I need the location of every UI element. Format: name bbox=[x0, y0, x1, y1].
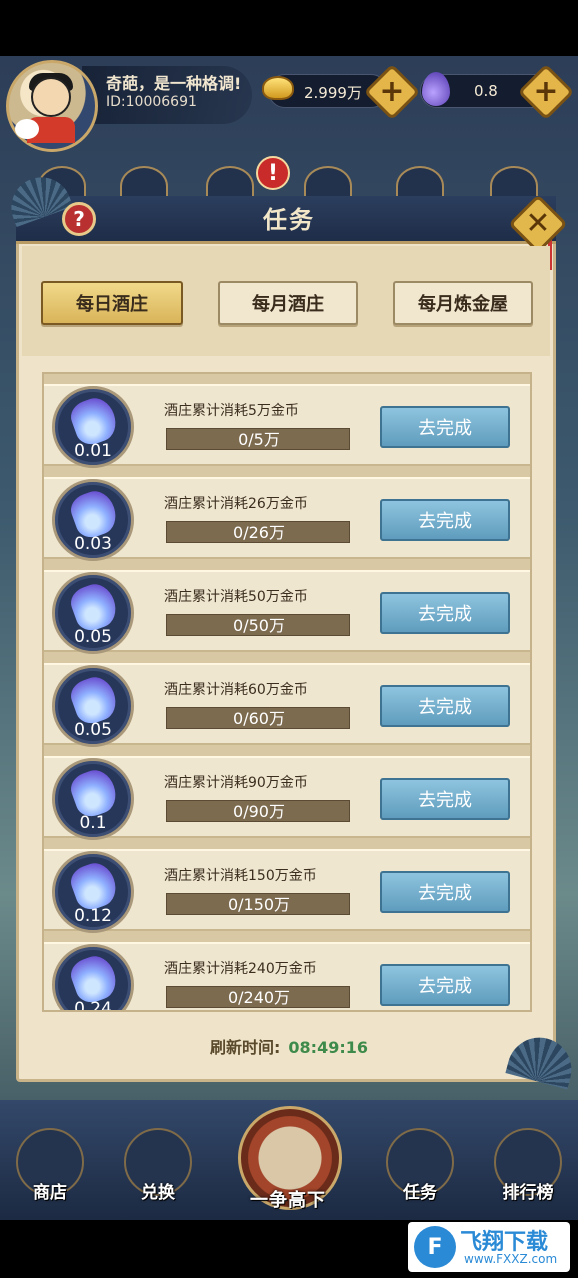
gold-amount: 2.999万 bbox=[304, 84, 362, 102]
progress-bar: 0/50万 bbox=[166, 614, 350, 636]
tab-daily-winery[interactable]: 每日酒庄 bbox=[41, 281, 183, 325]
task-row: 0.05 酒庄累计消耗50万金币 0/50万 去完成 bbox=[44, 570, 530, 654]
nav-label: 排行榜 bbox=[502, 1183, 554, 1203]
reward-value: 0.01 bbox=[74, 441, 112, 461]
progress-bar: 0/5万 bbox=[166, 428, 350, 450]
progress-text: 0/26万 bbox=[233, 523, 285, 542]
reward-value: 0.05 bbox=[74, 627, 112, 647]
plus-icon: + bbox=[533, 74, 559, 109]
reward-badge: 0.24 bbox=[52, 944, 134, 1012]
go-complete-button[interactable]: 去完成 bbox=[380, 685, 510, 727]
help-icon[interactable]: ? bbox=[62, 202, 96, 236]
refresh-label: 刷新时间: bbox=[210, 1038, 281, 1057]
task-description: 酒庄累计消耗5万金币 bbox=[164, 403, 299, 419]
gold-ingot-icon bbox=[262, 76, 294, 100]
progress-bar: 0/90万 bbox=[166, 800, 350, 822]
watermark: F 飞翔下载 www.FXXZ.com bbox=[408, 1222, 570, 1272]
reward-value: 0.1 bbox=[79, 813, 107, 833]
watermark-logo-icon: F bbox=[414, 1226, 456, 1268]
progress-text: 0/60万 bbox=[233, 709, 285, 728]
task-description: 酒庄累计消耗150万金币 bbox=[164, 868, 317, 884]
nav-compete-label: 一争高下 bbox=[250, 1190, 326, 1211]
add-gold-button[interactable]: + bbox=[363, 63, 421, 121]
progress-text: 0/50万 bbox=[233, 616, 285, 635]
player-header: 奇葩，是一种格调! ID:10006691 2.999万 + 0.8 + bbox=[0, 56, 578, 156]
progress-bar: 0/26万 bbox=[166, 521, 350, 543]
nav-tasks[interactable]: 任务 bbox=[380, 1128, 460, 1204]
nav-label: 商店 bbox=[33, 1183, 67, 1203]
task-row: 0.05 酒庄累计消耗60万金币 0/60万 去完成 bbox=[44, 663, 530, 747]
progress-text: 0/240万 bbox=[227, 988, 291, 1007]
player-avatar[interactable] bbox=[6, 60, 98, 152]
reward-badge: 0.05 bbox=[52, 665, 134, 747]
go-complete-button[interactable]: 去完成 bbox=[380, 406, 510, 448]
task-row: 0.12 酒庄累计消耗150万金币 0/150万 去完成 bbox=[44, 849, 530, 933]
player-name: 奇葩，是一种格调! bbox=[106, 74, 242, 93]
nav-label: 任务 bbox=[403, 1183, 437, 1203]
progress-text: 0/150万 bbox=[227, 895, 291, 914]
progress-text: 0/90万 bbox=[233, 802, 285, 821]
progress-bar: 0/150万 bbox=[166, 893, 350, 915]
task-description: 酒庄累计消耗90万金币 bbox=[164, 775, 308, 791]
avatar-dog bbox=[15, 119, 39, 139]
reward-badge: 0.1 bbox=[52, 758, 134, 840]
go-complete-button[interactable]: 去完成 bbox=[380, 964, 510, 1006]
tab-monthly-winery[interactable]: 每月酒庄 bbox=[218, 281, 358, 325]
player-id: ID:10006691 bbox=[106, 94, 197, 110]
reward-value: 0.24 bbox=[74, 999, 112, 1012]
avatar-face bbox=[31, 77, 71, 117]
close-icon: ✕ bbox=[525, 206, 551, 241]
nav-exchange[interactable]: 兑换 bbox=[118, 1128, 198, 1204]
go-complete-button[interactable]: 去完成 bbox=[380, 871, 510, 913]
refresh-timer: 刷新时间: 08:49:16 bbox=[0, 1034, 578, 1058]
progress-bar: 0/60万 bbox=[166, 707, 350, 729]
go-complete-button[interactable]: 去完成 bbox=[380, 592, 510, 634]
nav-label: 兑换 bbox=[141, 1183, 175, 1203]
reward-value: 0.03 bbox=[74, 534, 112, 554]
plus-icon: + bbox=[379, 74, 405, 109]
refresh-time: 08:49:16 bbox=[288, 1038, 368, 1057]
task-description: 酒庄累计消耗50万金币 bbox=[164, 589, 308, 605]
reward-badge: 0.12 bbox=[52, 851, 134, 933]
task-row: 0.03 酒庄累计消耗26万金币 0/26万 去完成 bbox=[44, 477, 530, 561]
task-row: 0.1 酒庄累计消耗90万金币 0/90万 去完成 bbox=[44, 756, 530, 840]
task-description: 酒庄累计消耗26万金币 bbox=[164, 496, 308, 512]
task-description: 酒庄累计消耗60万金币 bbox=[164, 682, 308, 698]
task-description: 酒庄累计消耗240万金币 bbox=[164, 961, 317, 977]
gem-drop-icon bbox=[422, 72, 450, 106]
tab-monthly-alchemy[interactable]: 每月炼金屋 bbox=[393, 281, 533, 325]
gem-amount: 0.8 bbox=[474, 82, 498, 100]
status-bar bbox=[0, 0, 578, 56]
go-complete-button[interactable]: 去完成 bbox=[380, 499, 510, 541]
go-complete-button[interactable]: 去完成 bbox=[380, 778, 510, 820]
watermark-url: www.FXXZ.com bbox=[464, 1252, 558, 1266]
nav-ranking[interactable]: 排行榜 bbox=[488, 1128, 568, 1204]
task-row: 0.01 酒庄累计消耗5万金币 0/5万 去完成 bbox=[44, 384, 530, 468]
nav-shop[interactable]: 商店 bbox=[10, 1128, 90, 1204]
reward-value: 0.05 bbox=[74, 720, 112, 740]
progress-text: 0/5万 bbox=[238, 430, 280, 449]
task-row: 0.24 酒庄累计消耗240万金币 0/240万 去完成 bbox=[44, 942, 530, 1012]
add-gem-button[interactable]: + bbox=[517, 63, 575, 121]
reward-badge: 0.05 bbox=[52, 572, 134, 654]
reward-badge: 0.03 bbox=[52, 479, 134, 561]
alert-icon: ! bbox=[256, 156, 290, 190]
reward-value: 0.12 bbox=[74, 906, 112, 926]
task-list[interactable]: 0.01 酒庄累计消耗5万金币 0/5万 去完成 0.03 酒庄累计消耗26万金… bbox=[42, 372, 532, 1012]
progress-bar: 0/240万 bbox=[166, 986, 350, 1008]
reward-badge: 0.01 bbox=[52, 386, 134, 468]
